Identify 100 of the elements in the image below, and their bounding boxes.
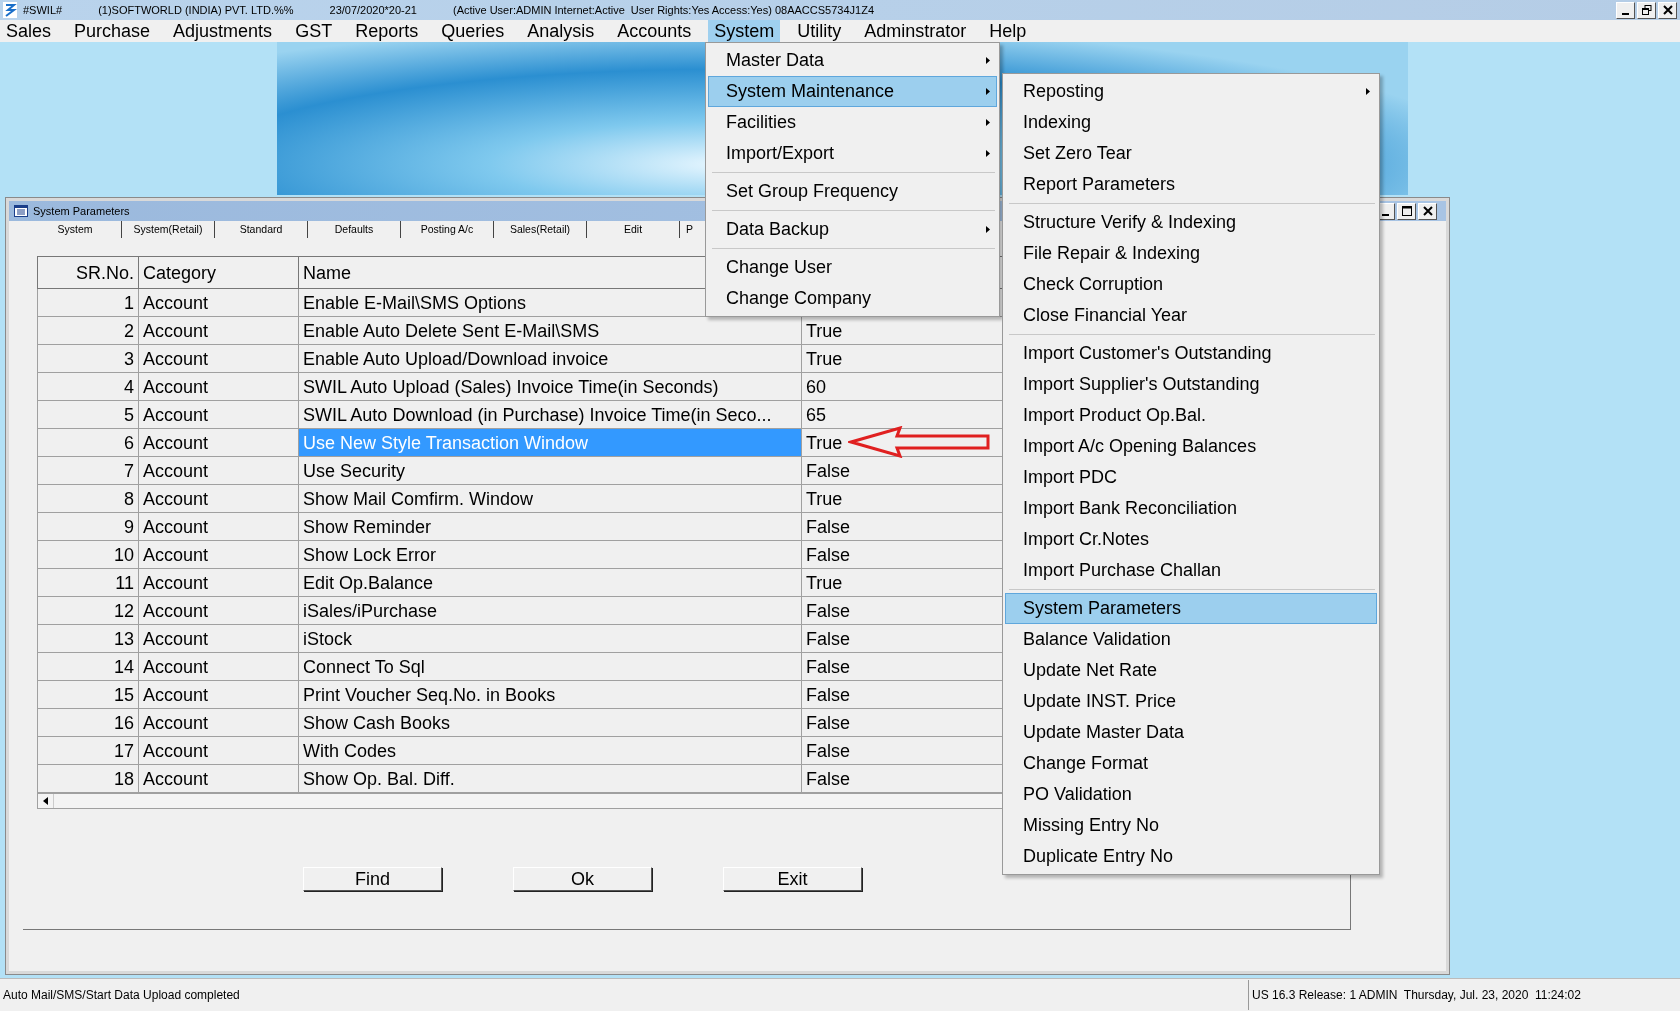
- tab[interactable]: System: [29, 221, 122, 238]
- dialog-button[interactable]: Ok: [513, 867, 652, 891]
- table-cell[interactable]: iSales/iPurchase: [298, 596, 802, 625]
- column-header: SR.No.: [37, 256, 139, 289]
- menu-item[interactable]: Reposting: [1005, 76, 1377, 107]
- table-cell[interactable]: SWIL Auto Download (in Purchase) Invoice Time(in Seco...: [298, 400, 802, 429]
- tab[interactable]: Posting A/c: [401, 221, 494, 238]
- submenu-arrow-icon: [1366, 88, 1370, 95]
- menu-bar-item[interactable]: Reports: [349, 20, 425, 42]
- table-cell: Account: [138, 316, 299, 345]
- table-cell[interactable]: iStock: [298, 624, 802, 653]
- table-cell[interactable]: Use Security: [298, 456, 802, 485]
- tab[interactable]: Standard: [215, 221, 308, 238]
- menu-bar-item[interactable]: System: [708, 20, 781, 42]
- table-cell: Account: [138, 568, 299, 597]
- table-cell: Account: [138, 764, 299, 793]
- menu-item[interactable]: Missing Entry No: [1005, 810, 1377, 841]
- app-logo-icon: [3, 2, 17, 18]
- menu-bar-item[interactable]: Adminstrator: [858, 20, 973, 42]
- menu-item[interactable]: Duplicate Entry No: [1005, 841, 1377, 872]
- menu-item[interactable]: Import/Export: [708, 138, 997, 169]
- table-cell: 11: [37, 568, 139, 597]
- table-cell[interactable]: Edit Op.Balance: [298, 568, 802, 597]
- close-button[interactable]: [1418, 202, 1437, 220]
- menu-bar-item[interactable]: Purchase: [68, 20, 157, 42]
- column-header: Category: [138, 256, 299, 289]
- status-message: Auto Mail/SMS/Start Data Upload completed: [2, 987, 241, 1004]
- maximize-icon: [1401, 206, 1412, 216]
- tab[interactable]: Edit: [587, 221, 680, 238]
- table-cell: Account: [138, 596, 299, 625]
- table-cell: Account: [138, 288, 299, 317]
- menu-item[interactable]: File Repair & Indexing: [1005, 238, 1377, 269]
- tab[interactable]: Defaults: [308, 221, 401, 238]
- table-cell[interactable]: Show Mail Comfirm. Window: [298, 484, 802, 513]
- menu-item[interactable]: Structure Verify & Indexing: [1005, 207, 1377, 238]
- window-title: System Parameters: [33, 203, 130, 219]
- table-cell[interactable]: Show Cash Books: [298, 708, 802, 737]
- table-cell[interactable]: Show Op. Bal. Diff.: [298, 764, 802, 793]
- minimize-icon: [1622, 12, 1629, 15]
- menu-bar-item[interactable]: Analysis: [521, 20, 601, 42]
- restore-icon: [1641, 5, 1652, 15]
- table-cell: 14: [37, 652, 139, 681]
- table-cell: 3: [37, 344, 139, 373]
- table-cell: Account: [138, 708, 299, 737]
- table-cell: 10: [37, 540, 139, 569]
- table-cell: 2: [37, 316, 139, 345]
- menu-item[interactable]: Report Parameters: [1005, 169, 1377, 200]
- menu-item[interactable]: System Parameters: [1005, 593, 1377, 624]
- table-cell[interactable]: Show Reminder: [298, 512, 802, 541]
- table-cell[interactable]: SWIL Auto Upload (Sales) Invoice Time(in Seconds): [298, 372, 802, 401]
- menu-bar-item[interactable]: Utility: [791, 20, 848, 42]
- close-icon: [1662, 5, 1673, 15]
- tab[interactable]: Sales(Retail): [494, 221, 587, 238]
- menu-bar-item[interactable]: Help: [983, 20, 1033, 42]
- submenu-arrow-icon: [986, 150, 990, 157]
- table-cell: Account: [138, 680, 299, 709]
- table-cell[interactable]: Show Lock Error: [298, 540, 802, 569]
- table-cell: Account: [138, 428, 299, 457]
- menu-item[interactable]: Check Corruption: [1005, 269, 1377, 300]
- table-cell: Account: [138, 540, 299, 569]
- menu-bar-item[interactable]: Adjustments: [167, 20, 279, 42]
- menu-item[interactable]: Indexing: [1005, 107, 1377, 138]
- table-cell: 1: [37, 288, 139, 317]
- menu-item[interactable]: System Maintenance: [708, 76, 997, 107]
- maximize-button[interactable]: [1397, 202, 1416, 220]
- close-button[interactable]: [1658, 1, 1677, 19]
- menu-item[interactable]: Data Backup: [708, 214, 997, 245]
- submenu-arrow-icon: [986, 119, 990, 126]
- menu-item[interactable]: Master Data: [708, 45, 997, 76]
- tab[interactable]: System(Retail): [122, 221, 215, 238]
- table-cell[interactable]: Enable Auto Upload/Download invoice: [298, 344, 802, 373]
- status-info: US 16.3 Release: 1 ADMIN Thursday, Jul. 23, 2020 11:24:02: [1248, 980, 1581, 1010]
- menu-bar-item[interactable]: Sales: [0, 20, 58, 42]
- menu-item[interactable]: Set Zero Tear: [1005, 138, 1377, 169]
- submenu-arrow-icon: [986, 88, 990, 95]
- menu-item[interactable]: Set Group Frequency: [708, 176, 997, 207]
- table-cell: 6: [37, 428, 139, 457]
- table-cell: 8: [37, 484, 139, 513]
- minimize-button[interactable]: [1616, 1, 1635, 19]
- scroll-left-icon[interactable]: [43, 797, 48, 805]
- table-cell[interactable]: With Codes: [298, 736, 802, 765]
- title-text: (1)SOFTWORLD (INDIA) PVT. LTD.%%: [98, 2, 294, 18]
- table-cell[interactable]: Print Voucher Seq.No. in Books: [298, 680, 802, 709]
- table-cell[interactable]: Connect To Sql: [298, 652, 802, 681]
- close-icon: [1422, 206, 1433, 216]
- menu-item[interactable]: Facilities: [708, 107, 997, 138]
- table-cell: Account: [138, 652, 299, 681]
- title-text: (Active User:ADMIN Internet:Active User Rights:Yes Access:Yes) 08AACCS5734J1Z4: [453, 2, 874, 18]
- table-cell: 17: [37, 736, 139, 765]
- table-cell: Account: [138, 344, 299, 373]
- table-cell: 9: [37, 512, 139, 541]
- menu-bar-item[interactable]: Accounts: [611, 20, 698, 42]
- restore-button[interactable]: [1637, 1, 1656, 19]
- dialog-button[interactable]: Exit: [723, 867, 862, 891]
- menu-bar-item[interactable]: GST: [289, 20, 339, 42]
- menu-bar-item[interactable]: Queries: [435, 20, 511, 42]
- table-cell: 4: [37, 372, 139, 401]
- table-cell: Account: [138, 400, 299, 429]
- table-cell: Account: [138, 484, 299, 513]
- dialog-button[interactable]: Find: [303, 867, 442, 891]
